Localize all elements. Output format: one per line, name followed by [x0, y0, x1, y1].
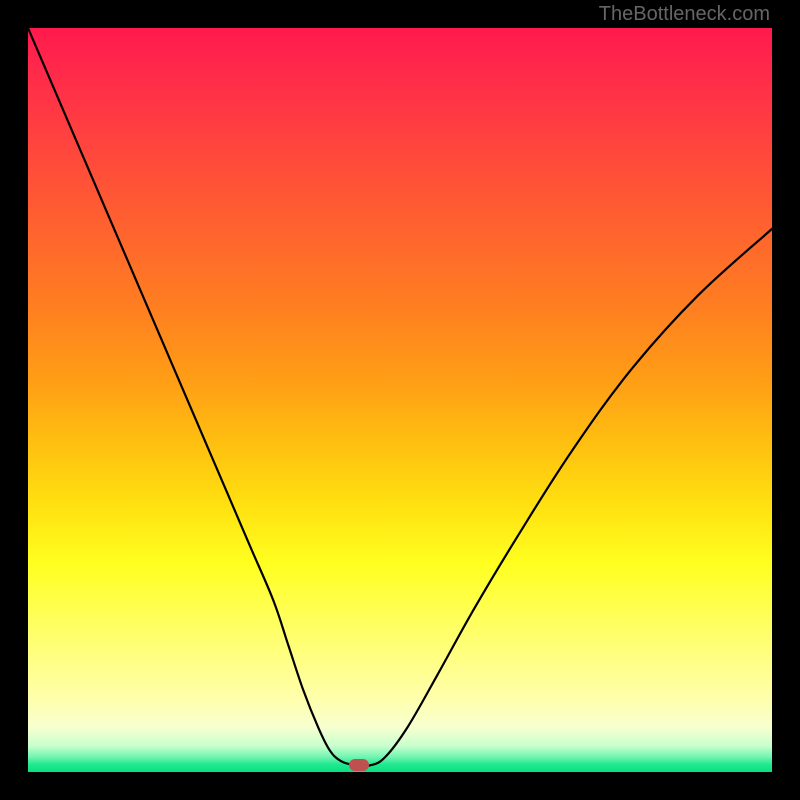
curve-layer — [28, 28, 772, 772]
plot-area — [28, 28, 772, 772]
chart-frame: TheBottleneck.com — [0, 0, 800, 800]
watermark-text: TheBottleneck.com — [599, 3, 770, 26]
optimum-marker — [349, 759, 369, 771]
bottleneck-curve — [28, 28, 772, 766]
